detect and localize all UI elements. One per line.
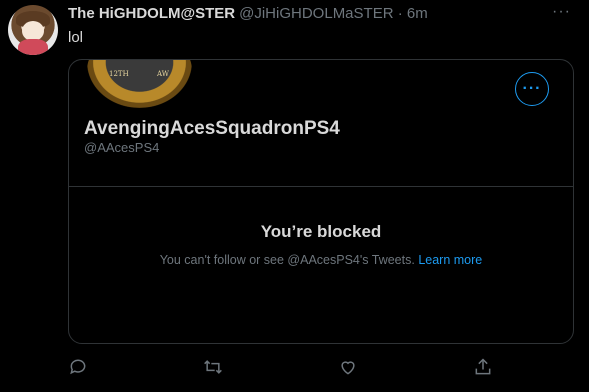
more-options-button[interactable]: ··· <box>515 72 549 106</box>
learn-more-link[interactable]: Learn more <box>418 253 482 267</box>
badge-text-right: AW <box>157 70 169 78</box>
tweet-text: lol <box>68 29 84 46</box>
blocked-title: You’re blocked <box>260 222 382 241</box>
more-horizontal-icon[interactable]: ··· <box>552 3 571 21</box>
account-handle[interactable]: @AAcesPS4 <box>84 140 159 155</box>
divider <box>69 186 573 187</box>
reply-icon[interactable] <box>68 357 88 377</box>
quoted-account-card[interactable]: 12TH AW ··· AvengingAcesSquadronPS4 @AAc… <box>68 59 574 344</box>
avatar-body <box>18 39 48 55</box>
avatar-face <box>22 21 44 41</box>
share-icon[interactable] <box>473 357 493 377</box>
handle-and-time[interactable]: @JiHiGHDOLMaSTER · 6m <box>239 5 428 22</box>
squadron-badge-image: 12TH AW <box>87 60 192 108</box>
tweet-actions <box>68 357 508 377</box>
heart-icon[interactable] <box>338 357 358 377</box>
retweet-icon[interactable] <box>203 357 223 377</box>
tweet-header: The HiGHDOLM@STER @JiHiGHDOLMaSTER · 6m <box>68 5 428 23</box>
badge-text-left: 12TH <box>109 70 129 78</box>
avatar[interactable] <box>8 5 58 55</box>
account-name[interactable]: AvengingAcesSquadronPS4 <box>84 118 340 140</box>
blocked-message-text: You can't follow or see @AAcesPS4's Twee… <box>159 253 419 267</box>
display-name[interactable]: The HiGHDOLM@STER <box>68 5 235 22</box>
blocked-message: You can't follow or see @AAcesPS4's Twee… <box>69 253 573 267</box>
more-horizontal-icon: ··· <box>522 80 542 97</box>
